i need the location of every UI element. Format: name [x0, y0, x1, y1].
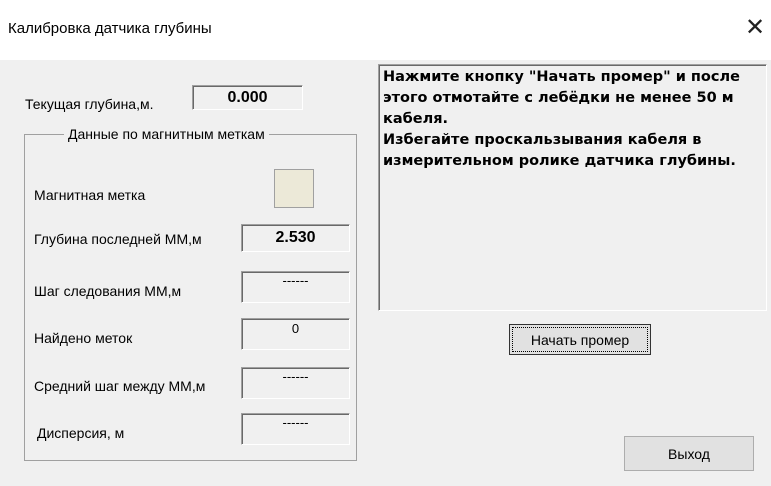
last-mm-depth-value: 2.530 — [241, 224, 350, 252]
magnetic-marks-group-title: Данные по магнитным меткам — [64, 126, 269, 142]
instructions-text-1: Нажмите кнопку "Начать промер" и после э… — [383, 69, 740, 127]
current-depth-label: Текущая глубина,м. — [25, 96, 154, 112]
start-measurement-button[interactable]: Начать промер — [509, 324, 651, 355]
magnetic-mark-label: Магнитная метка — [34, 187, 146, 203]
avg-step-label: Средний шаг между ММ,м — [34, 378, 206, 394]
magnetic-mark-indicator — [274, 169, 314, 208]
avg-step-value: ------ — [241, 367, 350, 399]
mm-step-label: Шаг следования ММ,м — [34, 283, 182, 299]
title-bar: Калибровка датчика глубины ✕ — [0, 0, 771, 60]
dispersion-label: Дисперсия, м — [37, 425, 125, 441]
mm-step-value: ------ — [241, 271, 350, 303]
found-marks-value: 0 — [241, 318, 350, 350]
instructions-panel: Нажмите кнопку "Начать промер" и после э… — [378, 64, 767, 311]
close-icon[interactable]: ✕ — [741, 15, 769, 43]
current-depth-value: 0.000 — [192, 85, 303, 110]
window-title: Калибровка датчика глубины — [8, 20, 212, 37]
dispersion-value: ------ — [241, 413, 350, 445]
instructions-text-2: Избегайте проскальзывания кабеля в измер… — [383, 132, 736, 169]
found-marks-label: Найдено меток — [34, 330, 133, 346]
exit-button[interactable]: Выход — [624, 436, 754, 471]
last-mm-depth-label: Глубина последней ММ,м — [34, 231, 202, 247]
